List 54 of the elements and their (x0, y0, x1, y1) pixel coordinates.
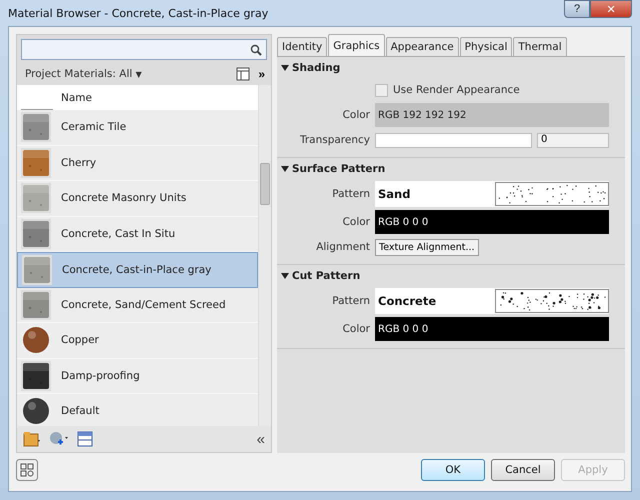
collapse-triangle-icon[interactable] (281, 64, 289, 72)
search-icon (250, 44, 262, 56)
close-button[interactable]: ✕ (590, 0, 632, 18)
add-material-icon[interactable] (49, 431, 69, 447)
field-label: Color (342, 216, 370, 228)
dialog-button[interactable]: Cancel (491, 459, 555, 481)
tab[interactable]: Physical (460, 37, 512, 56)
help-button[interactable]: ? (564, 0, 590, 18)
section-title: Shading (292, 62, 340, 74)
library-dropdown[interactable]: Project Materials: All ▼ (21, 68, 230, 80)
panel-layout-icon[interactable] (236, 67, 250, 81)
texture-alignment-button[interactable]: Texture Alignment... (375, 238, 479, 256)
folder-icon[interactable] (23, 431, 41, 447)
collapse-triangle-icon[interactable] (281, 272, 289, 280)
value-field[interactable]: 0 (537, 132, 609, 148)
material-row[interactable]: Concrete, Cast-in-Place gray (17, 252, 258, 288)
color-field[interactable]: RGB 0 0 0 (375, 210, 609, 234)
column-header[interactable]: Name (53, 92, 92, 104)
material-row[interactable]: Ceramic Tile (17, 110, 258, 146)
field-label: Pattern (331, 295, 370, 307)
material-row[interactable]: Copper (17, 323, 258, 358)
field-label: Pattern (331, 188, 370, 200)
color-field[interactable]: RGB 0 0 0 (375, 317, 609, 341)
scrollbar[interactable] (258, 85, 271, 426)
tab[interactable]: Appearance (386, 37, 459, 56)
material-row[interactable]: Default (17, 394, 258, 426)
tab[interactable]: Identity (277, 37, 328, 56)
expand-button[interactable]: » (256, 67, 267, 81)
field-label: Color (342, 323, 370, 335)
tab[interactable]: Graphics (328, 34, 385, 56)
pattern-field[interactable]: Concrete (375, 288, 609, 314)
collapse-button[interactable]: « (256, 430, 265, 448)
field-label: Color (342, 109, 370, 121)
material-row[interactable]: Damp-proofing (17, 358, 258, 394)
layout-icon[interactable] (16, 459, 38, 481)
section-title: Surface Pattern (292, 163, 386, 175)
field-label: Alignment (315, 241, 370, 253)
checkbox[interactable] (375, 84, 388, 96)
section-title: Cut Pattern (292, 270, 360, 282)
checkbox-label: Use Render Appearance (393, 84, 520, 96)
window-title: Material Browser - Concrete, Cast-in-Place gray (8, 6, 270, 20)
dialog-button[interactable]: OK (421, 459, 485, 481)
collapse-triangle-icon[interactable] (281, 165, 289, 173)
material-row[interactable]: Concrete, Sand/Cement Screed (17, 288, 258, 323)
material-row[interactable]: Concrete Masonry Units (17, 181, 258, 216)
tab[interactable]: Thermal (513, 37, 567, 56)
color-field[interactable]: RGB 192 192 192 (375, 103, 609, 127)
library-panel-icon[interactable] (77, 431, 93, 447)
slider-track[interactable] (375, 132, 532, 148)
material-row[interactable]: Concrete, Cast In Situ (17, 216, 258, 252)
material-row[interactable]: Cherry (17, 146, 258, 181)
field-label: Transparency (298, 134, 370, 146)
pattern-field[interactable]: Sand (375, 181, 609, 207)
search-field[interactable] (21, 39, 267, 60)
